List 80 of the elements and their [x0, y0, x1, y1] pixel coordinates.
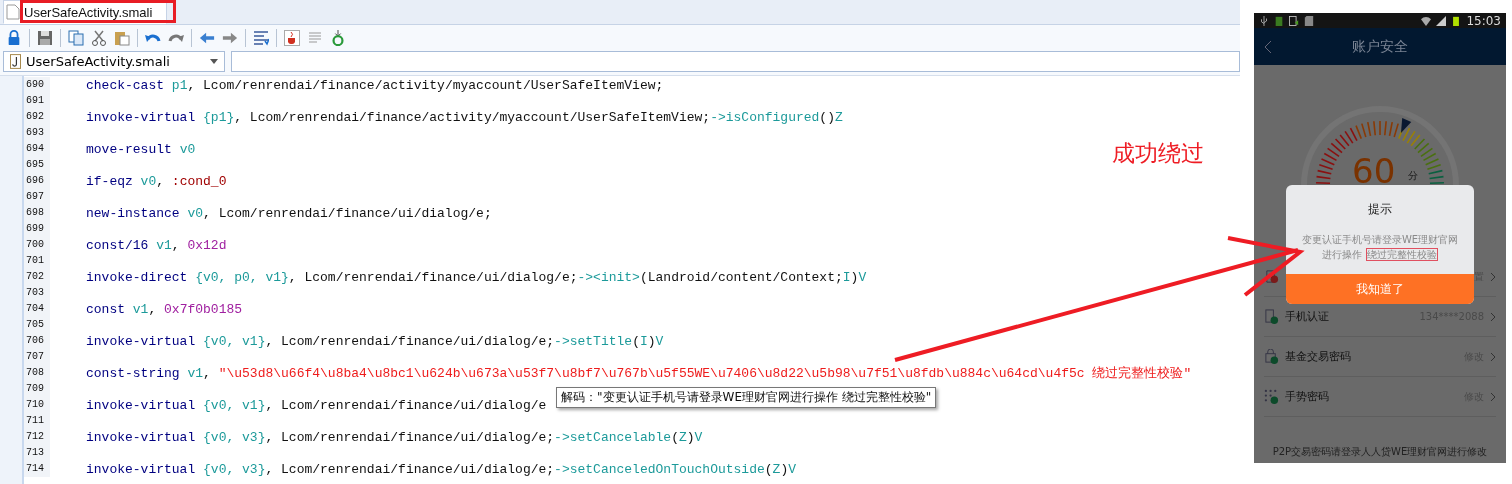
line-number: 704 — [24, 301, 50, 317]
line-number: 692 — [24, 109, 50, 125]
line-number: 695 — [24, 157, 50, 173]
back-arrow-icon[interactable] — [199, 30, 215, 46]
code-line: new-instance v0, Lcom/renrendai/finance/ui/dialog/e; — [86, 205, 492, 221]
back-icon[interactable] — [1264, 39, 1272, 54]
code-line: move-result v0 — [86, 141, 196, 157]
save-icon[interactable] — [37, 30, 53, 46]
row-label: 手势密码 — [1285, 389, 1329, 404]
line-number: 697 — [24, 189, 50, 205]
usb-icon — [1259, 15, 1269, 26]
line-number: 703 — [24, 285, 50, 301]
score-unit: 分 — [1408, 169, 1418, 183]
line-number: 710 — [24, 397, 50, 413]
annotation-text: 成功绕过 — [1112, 139, 1204, 168]
line-number: 700 — [24, 237, 50, 253]
paste-icon[interactable] — [114, 30, 130, 46]
line-number: 699 — [24, 221, 50, 237]
row-label: 手机认证 — [1285, 309, 1329, 324]
battery-icon — [1274, 15, 1284, 26]
forward-arrow-icon[interactable] — [222, 30, 238, 46]
line-number: 705 — [24, 317, 50, 333]
line-number: 708 — [24, 365, 50, 381]
sd-card-icon — [1304, 15, 1314, 26]
input-field[interactable] — [231, 51, 1240, 72]
signal-icon — [1436, 15, 1447, 26]
status-time: 15:03 — [1466, 13, 1501, 28]
line-number: 712 — [24, 429, 50, 445]
chevron-icon[interactable] — [1490, 311, 1496, 322]
code-line: invoke-virtual {v0, v3}, Lcom/renrendai/finance/ui/dialog/e;->setCanceledOnTouchOutside(Z)V — [86, 461, 796, 477]
line-number: 696 — [24, 173, 50, 189]
line-number: 694 — [24, 141, 50, 157]
download-icon[interactable] — [330, 30, 346, 46]
dialog-message: 变更认证手机号请登录WE理财官网进行操作 绕过完整性校验 — [1300, 233, 1460, 263]
format-icon[interactable] — [253, 30, 269, 46]
score-value: 60 — [1352, 151, 1396, 191]
wifi-icon — [1421, 15, 1432, 26]
battery-icon — [1451, 15, 1462, 26]
screen-title: 账户安全 — [1352, 37, 1408, 56]
java-cup-icon[interactable] — [284, 30, 300, 46]
keypad-icon — [1264, 389, 1279, 404]
line-number: 711 — [24, 413, 50, 429]
line-number: 690 — [24, 77, 50, 93]
code-line: invoke-virtual {v0, v1}, Lcom/renrendai/finance/ui/dialog/e;->setTitle(I)V — [86, 333, 664, 349]
line-number: 709 — [24, 381, 50, 397]
line-number: 702 — [24, 269, 50, 285]
line-number: 691 — [24, 93, 50, 109]
chevron-icon[interactable] — [1490, 391, 1496, 402]
line-number: 701 — [24, 253, 50, 269]
line-number: 698 — [24, 205, 50, 221]
row-label: 基金交易密码 — [1285, 349, 1351, 364]
code-line: if-eqz v0, :cond_0 — [86, 173, 227, 189]
footer-note: P2P交易密码请登录人人贷WE理财官网进行修改 — [1271, 445, 1489, 459]
cut-icon[interactable] — [91, 30, 107, 46]
tooltip: 解码："变更认证手机号请登录WE理财官网进行操作 绕过完整性校验" — [556, 387, 937, 408]
code-line: const-string v1, "\u53d8\u66f4\u8ba4\u8bc1\u624b\u673a\u53f7\u8bf7\u767b\u5f55WE\u7406\u8d22\u5b98\u7f51\u8fdb\u884c\u64cd\u4f5c 绕过完整性校验" — [86, 365, 1192, 382]
chevron-icon[interactable] — [1490, 271, 1496, 282]
java-file-icon — [10, 54, 21, 69]
screen-icon — [1289, 15, 1299, 26]
document-icon — [6, 4, 20, 20]
caret-icon — [210, 59, 218, 64]
code-line: const v1, 0x7f0b0185 — [86, 301, 243, 317]
copy-icon[interactable] — [68, 30, 84, 46]
line-number: 693 — [24, 125, 50, 141]
code-line: invoke-direct {v0, p0, v1}, Lcom/renrendai/finance/ui/dialog/e;-><init>(Landroid/content/Context;I)V — [86, 269, 867, 285]
lock-icon[interactable] — [6, 30, 22, 46]
line-number: 707 — [24, 349, 50, 365]
code-line: invoke-virtual {v0, v3}, Lcom/renrendai/finance/ui/dialog/e;->setCancelable(Z)V — [86, 429, 703, 445]
code-line: const/16 v1, 0x12d — [86, 237, 227, 253]
line-number: 706 — [24, 333, 50, 349]
code-line: check-cast p1, Lcom/renrendai/finance/activity/myaccount/UserSafeItemView; — [86, 77, 664, 93]
lock-check-icon — [1264, 349, 1279, 364]
line-number: 714 — [24, 461, 50, 477]
file-select[interactable]: UserSafeActivity.smali — [3, 51, 225, 72]
dialog-title: 提示 — [1368, 201, 1392, 218]
chevron-icon[interactable] — [1490, 351, 1496, 362]
phone-check-icon — [1264, 309, 1279, 324]
code-line: invoke-virtual {p1}, Lcom/renrendai/finance/activity/myaccount/UserSafeItemView;->isConfigured()Z — [86, 109, 843, 125]
line-number: 713 — [24, 445, 50, 461]
code-line: invoke-virtual {v0, v1}, Lcom/renrendai/finance/ui/dialog/e — [86, 397, 547, 413]
